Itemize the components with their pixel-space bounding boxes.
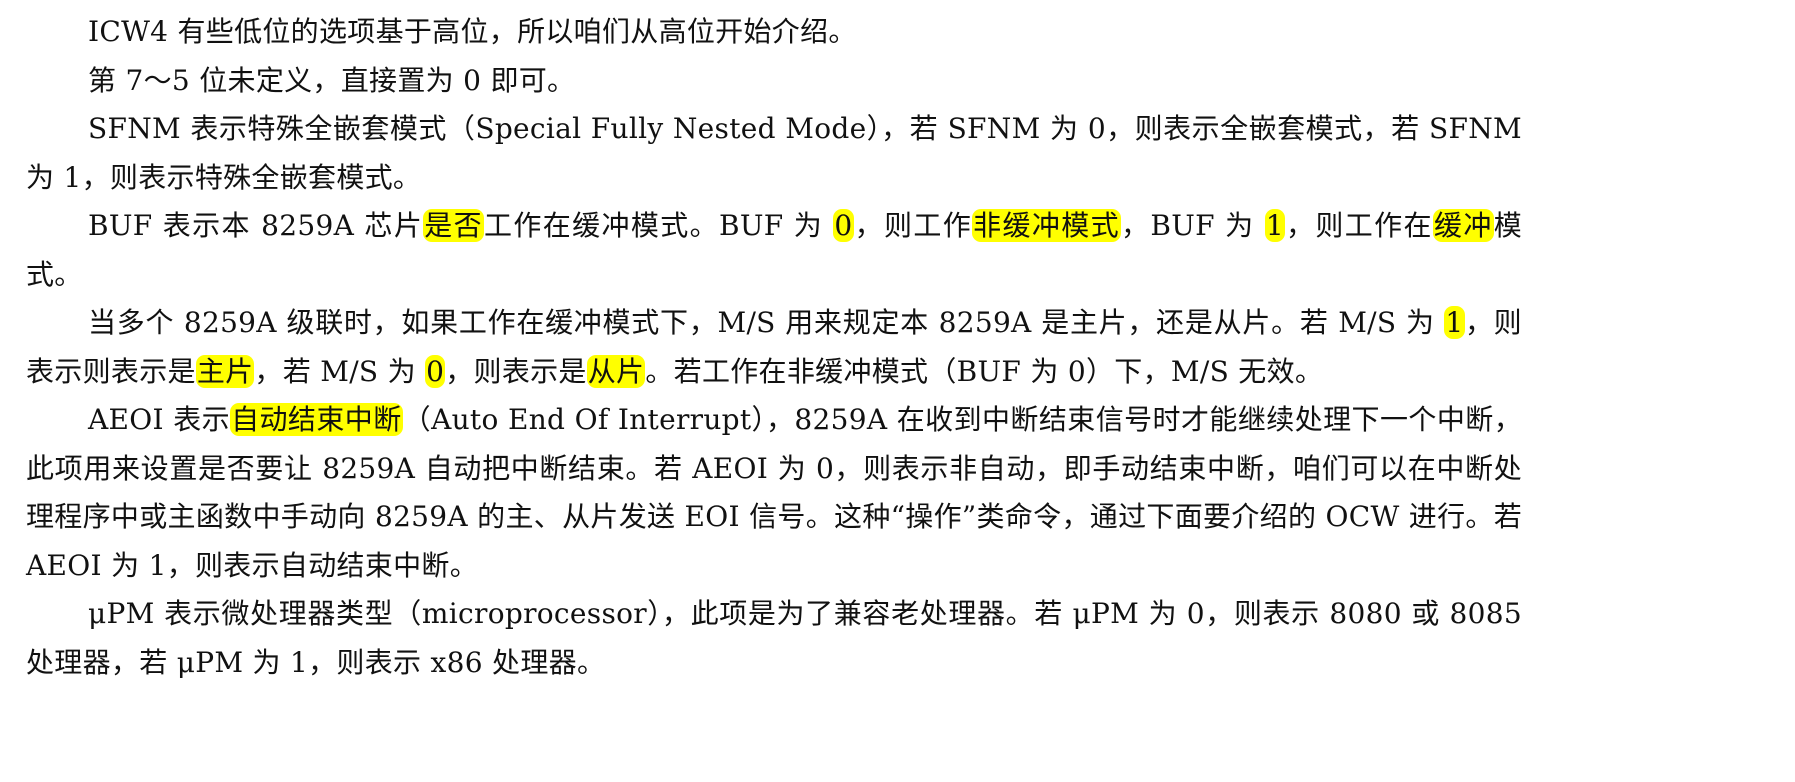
text-run: 当多个 8259A 级联时，如果工作在缓冲模式下，M/S 用来规定本 8259A… bbox=[88, 306, 1445, 339]
highlighted-text: 1 bbox=[1444, 306, 1465, 339]
highlighted-text: 是否 bbox=[423, 209, 484, 242]
text-run: ，则工作 bbox=[853, 209, 973, 242]
text-run: SFNM 表示特殊全嵌套模式（Special Fully Nested Mode… bbox=[26, 112, 1522, 194]
document-body: ICW4 有些低位的选项基于高位，所以咱们从高位开始介绍。 第 7～5 位未定义… bbox=[26, 8, 1522, 687]
highlighted-text: 0 bbox=[425, 354, 446, 388]
text-run: AEOI 表示 bbox=[88, 403, 231, 436]
highlighted-text: 主片 bbox=[195, 354, 255, 388]
para-buf: BUF 表示本 8259A 芯片是否工作在缓冲模式。BUF 为 0，则工作非缓冲… bbox=[26, 202, 1522, 299]
highlighted-text: 缓冲 bbox=[1432, 209, 1494, 242]
text-run: 工作在缓冲模式。BUF 为 bbox=[483, 209, 834, 242]
highlighted-text: 1 bbox=[1264, 209, 1285, 242]
highlighted-text: 0 bbox=[833, 209, 854, 242]
highlighted-text: 自动结束中断 bbox=[230, 403, 403, 436]
para-aeoi: AEOI 表示自动结束中断（Auto End Of Interrupt），825… bbox=[26, 396, 1522, 590]
highlighted-text: 从片 bbox=[586, 354, 646, 388]
para-sfnm: SFNM 表示特殊全嵌套模式（Special Fully Nested Mode… bbox=[26, 105, 1522, 202]
text-run: 第 7～5 位未定义，直接置为 0 即可。 bbox=[88, 63, 576, 97]
text-run: ，则表示是 bbox=[445, 354, 587, 388]
text-run: BUF 表示本 8259A 芯片 bbox=[88, 209, 424, 242]
text-run: ，BUF 为 bbox=[1121, 209, 1265, 242]
para-ms: 当多个 8259A 级联时，如果工作在缓冲模式下，M/S 用来规定本 8259A… bbox=[26, 299, 1522, 396]
text-run: ICW4 有些低位的选项基于高位，所以咱们从高位开始介绍。 bbox=[88, 15, 857, 48]
para-upm: μPM 表示微处理器类型（microprocessor），此项是为了兼容老处理器… bbox=[26, 590, 1522, 687]
text-run: μPM 表示微处理器类型（microprocessor），此项是为了兼容老处理器… bbox=[26, 597, 1522, 679]
highlighted-text: 非缓冲模式 bbox=[972, 209, 1122, 242]
text-run: ，则工作在 bbox=[1284, 209, 1433, 242]
text-run: ，若 M/S 为 bbox=[254, 354, 426, 388]
para-bits-7-5: 第 7～5 位未定义，直接置为 0 即可。 bbox=[26, 57, 1522, 106]
text-run: 。若工作在非缓冲模式（BUF 为 0）下，M/S 无效。 bbox=[645, 354, 1324, 388]
para-icw4-intro: ICW4 有些低位的选项基于高位，所以咱们从高位开始介绍。 bbox=[26, 8, 1522, 57]
